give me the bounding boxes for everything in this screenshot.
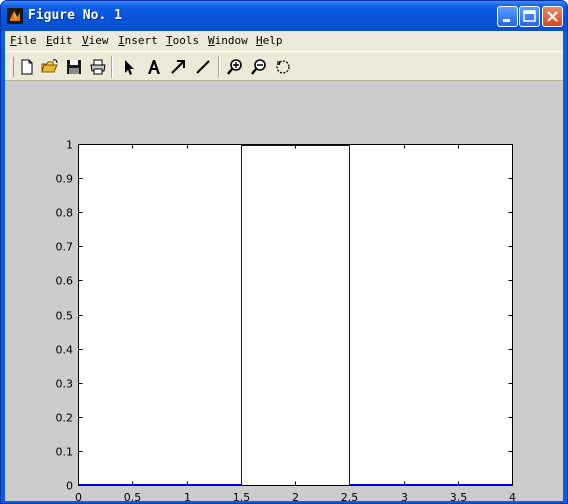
plot-canvas[interactable]: 0 0.5 1 1.5 2 2.5 3 3.5 4 0 0.1 0.2 0.3 0.4 0.5 0.6 0.7… — [5, 81, 563, 502]
y-tick-label: 0.8 — [56, 207, 74, 220]
menu-window[interactable]: Window — [208, 34, 248, 48]
y-tick-label: 0.3 — [56, 378, 74, 391]
select-arrow-icon[interactable] — [119, 57, 139, 77]
y-tick-label: 0.7 — [56, 241, 74, 254]
x-tick-label: 2.5 — [341, 491, 359, 501]
x-tick-label: 4 — [509, 491, 516, 501]
figure-client-area: File Edit View Insert Tools Window Help — [5, 31, 563, 501]
x-tick-label: 1 — [184, 491, 191, 501]
print-icon[interactable] — [88, 57, 108, 77]
y-tick-label: 1 — [66, 139, 73, 152]
rotate-3d-icon[interactable] — [273, 57, 293, 77]
x-tick-label: 2 — [292, 491, 299, 501]
y-tick-label: 0.6 — [56, 275, 74, 288]
window-title: Figure No. 1 — [28, 8, 122, 23]
toolbar-separator — [218, 56, 220, 78]
menu-file[interactable]: File — [10, 34, 37, 48]
toolbar-grip[interactable] — [10, 57, 14, 77]
y-tick-label: 0.4 — [56, 344, 74, 357]
x-tick-label: 3.5 — [450, 491, 468, 501]
matlab-app-icon[interactable] — [7, 8, 23, 24]
figure-window: Figure No. 1 File Edit View Insert Tools… — [0, 0, 568, 504]
insert-arrow-icon[interactable] — [168, 57, 188, 77]
toolbar — [5, 51, 563, 81]
new-file-icon[interactable] — [17, 57, 37, 77]
zoom-out-icon[interactable] — [249, 57, 269, 77]
x-tick-label: 1.5 — [233, 491, 251, 501]
x-tick-labels: 0 0.5 1 1.5 2 2.5 3 3.5 4 — [75, 491, 516, 501]
save-icon[interactable] — [64, 57, 84, 77]
x-tick-label: 0 — [75, 491, 82, 501]
y-tick-label: 0.5 — [56, 310, 74, 323]
y-tick-label: 0.9 — [56, 173, 74, 186]
menu-insert[interactable]: Insert — [118, 34, 158, 48]
insert-line-icon[interactable] — [193, 57, 213, 77]
maximize-button[interactable] — [519, 6, 540, 27]
y-tick-label: 0.1 — [56, 446, 74, 459]
title-bar[interactable]: Figure No. 1 — [1, 1, 567, 31]
toolbar-separator — [111, 56, 113, 78]
x-tick-label: 3 — [401, 491, 408, 501]
axes-background — [78, 144, 512, 485]
insert-text-icon[interactable] — [144, 57, 164, 77]
menu-bar: File Edit View Insert Tools Window Help — [5, 31, 563, 51]
y-tick-labels: 0 0.1 0.2 0.3 0.4 0.5 0.6 0.7 0.8 0.9 1 — [56, 139, 74, 493]
y-tick-label: 0 — [66, 480, 73, 493]
menu-help[interactable]: Help — [256, 34, 283, 48]
menu-tools[interactable]: Tools — [166, 34, 199, 48]
menu-edit[interactable]: Edit — [46, 34, 73, 48]
minimize-button[interactable] — [497, 6, 518, 27]
zoom-in-icon[interactable] — [225, 57, 245, 77]
menu-view[interactable]: View — [82, 34, 109, 48]
open-folder-icon[interactable] — [40, 57, 60, 77]
close-button[interactable] — [542, 6, 563, 27]
x-tick-label: 0.5 — [124, 491, 142, 501]
y-tick-label: 0.2 — [56, 412, 74, 425]
